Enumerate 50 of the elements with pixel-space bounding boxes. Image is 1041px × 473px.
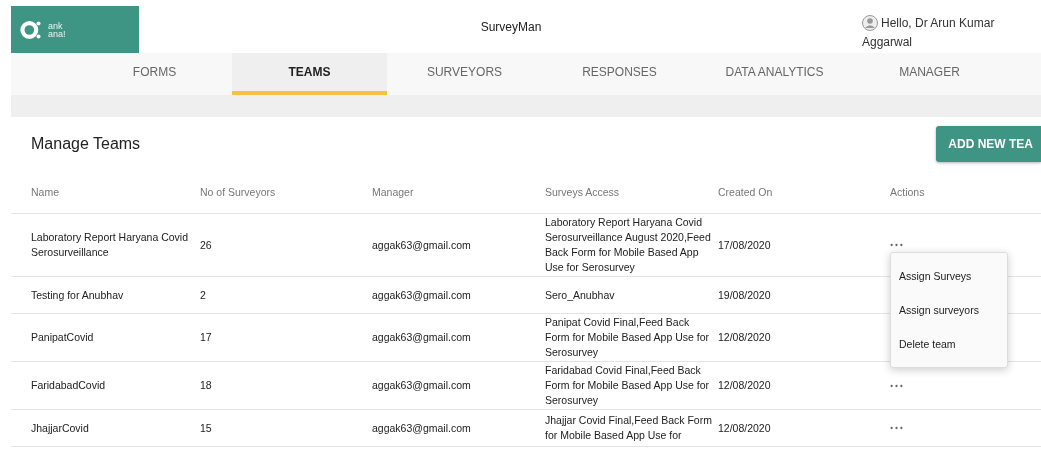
table-cell-text: 17/08/2020: [718, 237, 772, 253]
table-cell-text: 2: [200, 287, 207, 303]
more-icon[interactable]: [890, 383, 903, 388]
table-cell-text: FaridabadCovid: [30, 378, 107, 393]
tab[interactable]: DATA ANALYTICS: [697, 53, 852, 95]
table-cell-text: Jhajjar Covid Final,Feed Back Form for Mobile Based App Use for: [545, 413, 713, 443]
tab[interactable]: FORMS: [77, 53, 232, 95]
table-cell-text: 12/08/2020: [718, 330, 772, 345]
tab[interactable]: SURVEYORS: [387, 53, 542, 95]
column-header: Actions: [890, 184, 926, 200]
table-cell-text: Testing for Anubhav: [30, 287, 125, 303]
table-cell-text: 17: [200, 330, 213, 345]
table-cell-text: 15: [200, 420, 213, 436]
menu-item[interactable]: Delete team: [891, 326, 1007, 361]
avatar-icon[interactable]: [862, 14, 878, 31]
user-name: Aggarwal: [862, 34, 914, 49]
table-cell-text: Faridabad Covid Final,Feed Back Form for Mobile Based App Use for Serosurvey: [545, 363, 710, 408]
more-icon[interactable]: [890, 426, 903, 430]
table-cell-text: Panipat Covid Final,Feed Back Form for Mobile Based App Use for Serosurvey: [545, 315, 710, 360]
column-header: Created On: [718, 184, 774, 200]
table-cell-text: Laboratory Report Haryana Covid Serosurveillance: [30, 230, 189, 260]
table-cell-text: JhajjarCovid: [30, 420, 90, 436]
column-header: Manager: [372, 184, 415, 200]
menu-item[interactable]: Assign Surveys: [891, 258, 1007, 293]
table-cell-text: 19/08/2020: [718, 287, 772, 303]
table-cell-text: 18: [200, 378, 213, 393]
table-cell-text: aggak63@gmail.com: [372, 287, 472, 303]
tab[interactable]: RESPONSES: [542, 53, 697, 95]
table-cell-text: 12/08/2020: [718, 378, 772, 393]
app-title: SurveyMan: [479, 19, 543, 34]
add-new-team-button[interactable]: ADD NEW TEA: [936, 126, 1041, 162]
greeting: Hello, Dr Arun Kumar: [881, 15, 995, 30]
tab[interactable]: TEAMS: [232, 53, 387, 95]
column-header: Name: [30, 184, 60, 200]
table-cell-text: aggak63@gmail.com: [372, 420, 472, 436]
page-title: Manage Teams: [31, 135, 141, 153]
column-header: Surveys Access: [545, 184, 621, 200]
table-cell-text: PanipatCovid: [30, 330, 95, 345]
menu-item[interactable]: Assign surveyors: [891, 292, 1007, 327]
table-cell-text: Sero_Anubhav: [545, 287, 616, 303]
table-cell-text: 26: [200, 237, 213, 253]
table-cell-text: aggak63@gmail.com: [372, 378, 472, 393]
more-icon[interactable]: [890, 243, 903, 247]
tab[interactable]: MANAGER: [852, 53, 1007, 95]
table-cell-text: aggak63@gmail.com: [372, 330, 472, 345]
table-cell-text: 12/08/2020: [718, 420, 772, 436]
table-cell-text: Laboratory Report Haryana Covid Serosurveillance August 2020,Feed Back Form for Mobile Based App Use for Serosurvey: [545, 215, 712, 275]
logo-text: ank ana!: [48, 21, 66, 38]
table-cell-text: aggak63@gmail.com: [372, 237, 472, 253]
column-header: No of Surveyors: [200, 184, 277, 200]
